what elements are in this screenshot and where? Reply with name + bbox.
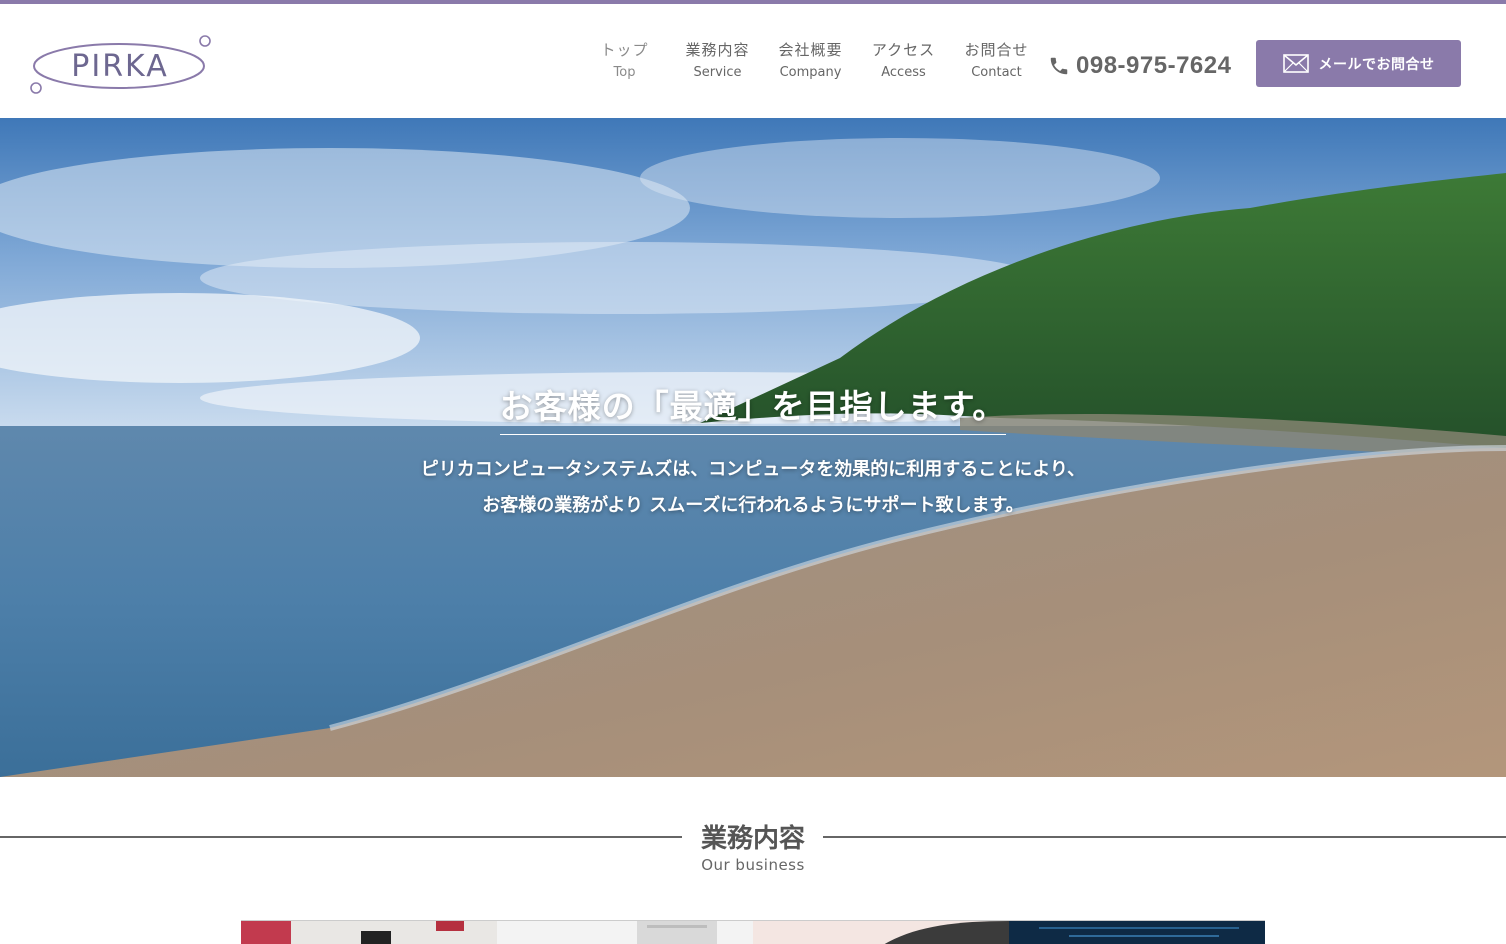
thumbnail-image <box>497 921 753 944</box>
nav-label-ja: アクセス <box>871 41 936 59</box>
hero-title: お客様の「最適」を目指します。 <box>499 380 1007 435</box>
business-card-thumbnail[interactable] <box>241 921 497 944</box>
main-nav: トップ Top 業務内容 Service 会社概要 Company アクセス A… <box>578 40 1043 92</box>
thumbnail-image <box>1009 921 1265 944</box>
nav-item-access[interactable]: アクセス Access <box>857 40 950 92</box>
nav-label-en: Company <box>779 65 842 80</box>
nav-label-en: Access <box>881 65 926 80</box>
section-subtitle: Our business <box>701 856 805 874</box>
phone-number: 098-975-7624 <box>1076 52 1232 79</box>
nav-label-ja: トップ <box>600 41 649 59</box>
business-thumbnails <box>241 920 1265 944</box>
hero-banner: お客様の「最適」を目指します。 ピリカコンピュータシステムズは、コンピュータを効… <box>0 118 1506 777</box>
nav-label-en: Contact <box>971 65 1022 80</box>
thumbnail-image <box>241 921 497 944</box>
hero-description-line1: ピリカコンピュータシステムズは、コンピュータを効果的に利用することにより、 <box>420 459 1086 480</box>
hero-description-line2: お客様の業務がより スムーズに行われるようにサポート致します。 <box>482 495 1024 516</box>
phone-contact[interactable]: 098-975-7624 <box>1048 48 1231 84</box>
nav-item-contact[interactable]: お問合せ Contact <box>950 40 1043 92</box>
business-card-thumbnail[interactable] <box>1009 921 1265 944</box>
phone-icon <box>1050 57 1068 75</box>
section-title: 業務内容 <box>700 824 805 854</box>
nav-label-ja: 業務内容 <box>685 41 750 59</box>
mail-button-label: メールでお問合せ <box>1318 56 1435 73</box>
nav-label-ja: お問合せ <box>964 41 1029 59</box>
mail-icon <box>1282 54 1309 73</box>
thumbnail-image <box>753 921 1009 944</box>
nav-item-service[interactable]: 業務内容 Service <box>671 40 764 92</box>
business-card-thumbnail[interactable] <box>497 921 753 944</box>
nav-item-top[interactable]: トップ Top <box>578 40 671 92</box>
business-card-thumbnail[interactable] <box>753 921 1009 944</box>
logo-text: PIRKA <box>71 49 168 84</box>
business-section-heading: 業務内容 Our business <box>0 810 1506 880</box>
nav-label-ja: 会社概要 <box>778 41 843 59</box>
site-header: PIRKA トップ Top 業務内容 Service 会社概要 Company … <box>0 4 1506 118</box>
hero-beach-image <box>0 118 1506 777</box>
mail-contact-button[interactable]: メールでお問合せ <box>1256 40 1461 87</box>
nav-label-en: Top <box>613 65 636 80</box>
nav-item-company[interactable]: 会社概要 Company <box>764 40 857 92</box>
nav-label-en: Service <box>693 65 742 80</box>
pirka-logo[interactable]: PIRKA <box>28 34 214 96</box>
